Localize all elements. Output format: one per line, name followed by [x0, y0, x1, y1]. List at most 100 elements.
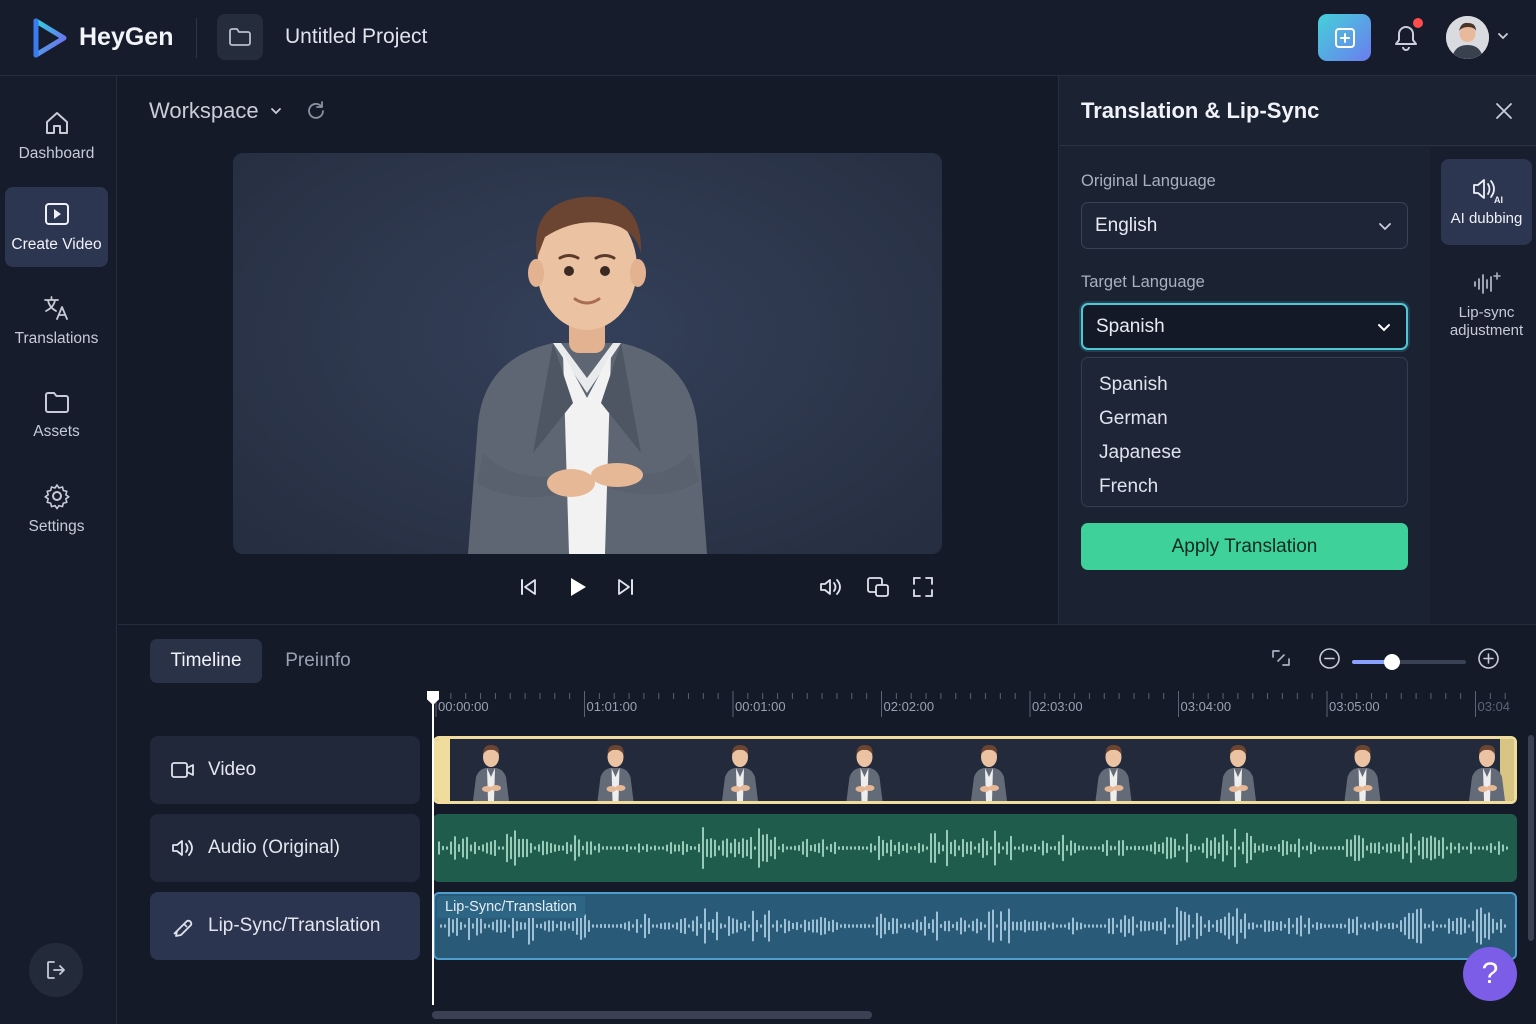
avatar-image-icon: [1446, 16, 1489, 59]
help-button[interactable]: ?: [1463, 947, 1517, 1001]
home-icon: [45, 112, 68, 134]
sidebar-item-assets[interactable]: Assets: [5, 375, 108, 455]
view-controls: [818, 576, 934, 598]
speaker-icon: [172, 840, 193, 856]
vertical-scrollbar[interactable]: [1528, 735, 1534, 941]
fullscreen-icon[interactable]: [912, 576, 934, 598]
original-language-select[interactable]: English: [1081, 202, 1408, 249]
sidebar-item-label: Translations: [14, 330, 99, 347]
video-preview[interactable]: [233, 153, 942, 554]
skip-back-icon[interactable]: [518, 577, 538, 597]
video-clip[interactable]: [433, 736, 1517, 804]
zoom-slider-knob[interactable]: [1383, 654, 1400, 670]
folder-icon: [229, 28, 251, 46]
panel-header: Translation & Lip-Sync: [1059, 76, 1536, 146]
target-language-value: Spanish: [1096, 315, 1165, 337]
workspace: Workspace: [118, 76, 1057, 624]
panel-title: Translation & Lip-Sync: [1081, 98, 1320, 123]
sidebar-item-label: Dashboard: [18, 145, 95, 162]
sidebar-item-create-video[interactable]: Create Video: [5, 187, 108, 267]
video-thumbnail-frame: [1469, 745, 1505, 801]
audio-clip[interactable]: [433, 814, 1517, 882]
svg-text:AI: AI: [1494, 195, 1503, 204]
playback-controls: [518, 576, 636, 598]
video-thumbnail-frame: [597, 745, 634, 801]
video-thumbnail-frame: [722, 745, 758, 801]
skip-forward-icon[interactable]: [616, 577, 636, 597]
lip-sync-clip-label: Lip-Sync/Translation: [437, 896, 585, 918]
picture-in-picture-icon[interactable]: [866, 576, 890, 598]
project-folder-button[interactable]: [217, 14, 263, 60]
zoom-out-icon[interactable]: [1318, 647, 1341, 670]
play-icon[interactable]: [566, 576, 588, 598]
original-language-value: English: [1095, 214, 1158, 236]
ruler-label: 02:03:00: [1032, 699, 1083, 714]
logout-icon: [47, 961, 65, 979]
tool-label: Lip-sync adjustment: [1449, 304, 1524, 339]
chevron-down-icon: [1379, 222, 1391, 230]
tab-preinfo[interactable]: Preiınfo: [270, 639, 366, 683]
video-thumbnail-frame: [846, 745, 883, 801]
gear-icon: [43, 484, 70, 510]
notification-dot: [1413, 18, 1423, 28]
workspace-selector[interactable]: Workspace: [149, 98, 283, 124]
brand-name: HeyGen: [79, 23, 174, 51]
video-thumbnail-frame: [1220, 745, 1256, 801]
ruler-label: 03:04: [1477, 699, 1511, 714]
language-option-spanish[interactable]: Spanish: [1082, 368, 1407, 402]
tool-ai-dubbing[interactable]: AI AI dubbing: [1441, 159, 1532, 245]
redo-icon[interactable]: [305, 100, 327, 122]
chevron-down-icon[interactable]: [1496, 29, 1510, 43]
translation-form: Original Language English Target Languag…: [1059, 147, 1430, 624]
folder-icon: [44, 392, 69, 413]
ruler-label: 01:01:00: [586, 699, 638, 714]
video-thumbnail-frame: [473, 745, 509, 801]
lip-sync-clip[interactable]: Lip-Sync/Translation: [433, 892, 1517, 960]
zoom-in-icon[interactable]: [1477, 647, 1500, 670]
sidebar-item-dashboard[interactable]: Dashboard: [5, 96, 108, 176]
heygen-logo-icon[interactable]: [28, 17, 70, 59]
sidebar: Dashboard Create Video Translations Asse…: [0, 76, 117, 1024]
zoom-slider[interactable]: [1352, 654, 1466, 670]
sidebar-item-label: Create Video: [11, 236, 102, 253]
sidebar-item-translations[interactable]: Translations: [5, 281, 108, 361]
track-label-audio[interactable]: Audio (Original): [150, 814, 420, 882]
video-thumbnail-frame: [1344, 745, 1381, 801]
close-icon[interactable]: [1493, 100, 1515, 122]
language-option-japanese[interactable]: Japanese: [1082, 436, 1407, 470]
sidebar-item-settings[interactable]: Settings: [5, 469, 108, 549]
video-thumbnail-frame: [1095, 745, 1132, 801]
user-avatar[interactable]: [1446, 16, 1489, 59]
track-label-video[interactable]: Video: [150, 736, 420, 804]
lip-sync-waveform: [440, 906, 1506, 946]
playhead[interactable]: [432, 695, 434, 1005]
language-option-german[interactable]: German: [1082, 402, 1407, 436]
new-project-button[interactable]: [1318, 14, 1371, 61]
waveform-sparkle-icon: [1473, 272, 1501, 294]
top-bar: HeyGen Untitled Project: [0, 0, 1536, 76]
track-label-lip-sync[interactable]: Lip-Sync/Translation: [150, 892, 420, 960]
track-name: Lip-Sync/Translation: [208, 915, 381, 936]
timeline-ruler[interactable]: 00:00:00 01:01:00 00:01:00 02:02:00 02:03:00…: [432, 691, 1512, 721]
original-language-label: Original Language: [1081, 172, 1216, 190]
ruler-label: 00:01:00: [735, 699, 786, 714]
tab-timeline[interactable]: Timeline: [150, 639, 262, 683]
audio-waveform: [438, 826, 1508, 870]
project-title[interactable]: Untitled Project: [285, 25, 427, 49]
tool-lip-sync-adjustment[interactable]: Lip-sync adjustment: [1441, 257, 1532, 353]
logout-button[interactable]: [29, 943, 83, 997]
apply-translation-button[interactable]: Apply Translation: [1081, 523, 1408, 570]
play-square-icon: [44, 203, 69, 225]
track-name: Video: [208, 759, 257, 780]
track-name: Audio (Original): [208, 837, 340, 858]
sidebar-item-label: Assets: [33, 423, 80, 440]
language-option-french[interactable]: French: [1082, 470, 1407, 504]
horizontal-scrollbar[interactable]: [432, 1011, 872, 1019]
header-divider: [196, 18, 197, 58]
chevron-down-icon: [1378, 323, 1390, 331]
video-camera-icon: [171, 762, 194, 778]
target-language-select[interactable]: Spanish: [1081, 303, 1408, 350]
split-clip-icon[interactable]: [1270, 647, 1292, 669]
volume-icon[interactable]: [818, 576, 844, 598]
timeline-area: Timeline Preiınfo 00:00:00 01:01:00 00:01:…: [118, 624, 1536, 1024]
